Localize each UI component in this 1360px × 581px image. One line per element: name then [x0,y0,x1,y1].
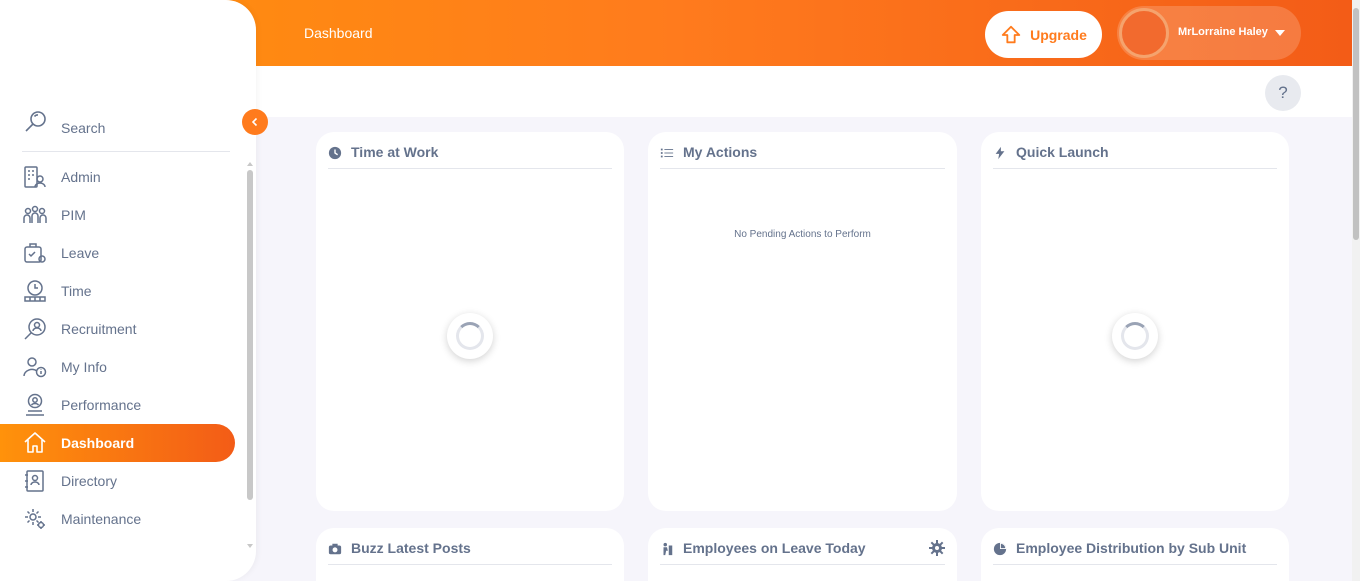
sidebar-search[interactable]: Search [22,108,230,152]
widget-title: Time at Work [351,144,439,160]
sidebar-item-label: Directory [61,473,118,489]
directory-icon [25,470,44,492]
list-icon [660,148,674,158]
loading-spinner [1112,313,1158,359]
search-icon [25,111,46,132]
scroll-down-icon[interactable] [247,544,253,548]
sidebar-menu: Admin PIM Leave Time Recruitment My Info… [0,158,240,538]
pim-icon [23,205,47,223]
sidebar-item-directory[interactable]: Directory [0,462,240,500]
scrollbar-thumb[interactable] [1353,8,1359,240]
leave-today-widget: Employees on Leave Today [648,528,957,581]
sidebar-item-label: Dashboard [61,435,135,451]
sidebar-item-performance[interactable]: Performance [0,386,240,424]
maintenance-icon [25,509,45,529]
widget-header: Time at Work [328,144,612,169]
chevron-left-icon [251,117,258,127]
search-label: Search [61,120,106,136]
time-at-work-widget: Time at Work [316,132,624,511]
scrollbar-thumb[interactable] [247,170,253,500]
bolt-icon [995,146,1005,160]
sidebar-item-label: PIM [61,207,86,223]
sidebar-item-admin[interactable]: Admin [0,158,240,196]
sidebar-item-time[interactable]: Time [0,272,240,310]
sidebar-item-my-info[interactable]: My Info [0,348,240,386]
sidebar-collapse-button[interactable] [242,109,268,135]
sidebar-item-dashboard[interactable]: Dashboard [0,424,235,462]
widget-title: Quick Launch [1016,144,1109,160]
page-scrollbar[interactable] [1352,0,1360,581]
user-dropdown[interactable]: MrLorraine Haley [1117,6,1301,60]
leave-person-icon [663,542,673,556]
avatar[interactable] [1119,8,1169,58]
upgrade-arrow-icon [1001,25,1021,43]
user-name: MrLorraine Haley [1178,26,1268,38]
help-button[interactable]: ? [1265,75,1301,111]
clock-icon [328,146,342,160]
sidebar: Search Admin PIM Leave Time Recruitment … [0,0,256,581]
time-icon [24,280,46,302]
upgrade-label: Upgrade [1030,26,1087,43]
widget-title: Employees on Leave Today [683,540,866,556]
sidebar-item-label: Maintenance [61,511,142,527]
widget-title: Buzz Latest Posts [351,540,471,556]
sidebar-item-label: Admin [61,169,101,185]
widget-header: Quick Launch [993,144,1277,169]
sidebar-item-label: Performance [61,397,142,413]
sidebar-item-pim[interactable]: PIM [0,196,240,234]
pie-icon [993,542,1007,556]
sidebar-item-leave[interactable]: Leave [0,234,240,272]
scroll-up-icon[interactable] [247,162,253,166]
loading-spinner [447,313,493,359]
empty-message: No Pending Actions to Perform [734,229,871,240]
sidebar-item-label: Time [61,283,92,299]
widget-header: My Actions [660,144,945,169]
widget-title: My Actions [683,144,758,160]
performance-icon [26,393,44,416]
distribution-widget: Employee Distribution by Sub Unit [981,528,1289,581]
sidebar-item-label: Leave [61,245,100,261]
camera-icon [328,543,342,555]
widget-header: Buzz Latest Posts [328,540,612,565]
page-title: Dashboard [304,25,373,41]
sidebar-item-label: My Info [61,359,107,375]
widget-title: Employee Distribution by Sub Unit [1016,540,1247,556]
gear-icon[interactable] [929,540,945,556]
caret-down-icon[interactable] [1275,30,1285,36]
upgrade-button[interactable]: Upgrade [985,11,1102,58]
sidebar-item-maintenance[interactable]: Maintenance [0,500,240,538]
quick-launch-widget: Quick Launch [981,132,1289,511]
admin-icon [24,166,46,188]
widget-header: Employee Distribution by Sub Unit [993,540,1277,565]
sidebar-scrollbar[interactable] [246,160,254,550]
buzz-widget: Buzz Latest Posts [316,528,624,581]
leave-icon [24,243,46,263]
sidebar-item-recruitment[interactable]: Recruitment [0,310,240,348]
my-info-icon [23,357,47,378]
sidebar-item-label: Recruitment [61,321,137,337]
widget-header: Employees on Leave Today [660,540,945,565]
my-actions-widget: My Actions No Pending Actions to Perform [648,132,957,511]
recruitment-icon [24,318,46,340]
home-icon [24,432,46,453]
